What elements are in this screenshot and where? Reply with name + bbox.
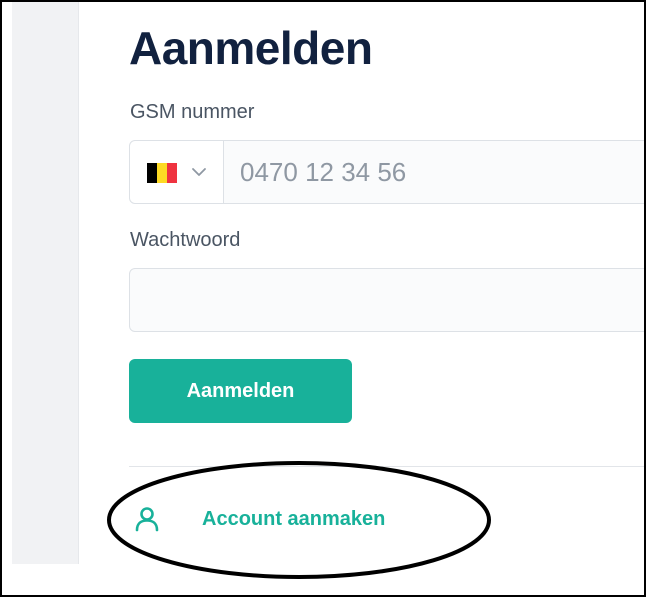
side-panel bbox=[12, 2, 79, 564]
login-button[interactable]: Aanmelden bbox=[129, 359, 352, 423]
screenshot-frame: Aanmelden GSM nummer 0470 12 34 56 Wacht… bbox=[0, 0, 646, 597]
country-select[interactable] bbox=[130, 141, 224, 203]
create-account-label: Account aanmaken bbox=[202, 507, 386, 530]
phone-input[interactable]: 0470 12 34 56 bbox=[240, 141, 406, 203]
phone-label: GSM nummer bbox=[130, 101, 255, 123]
divider bbox=[129, 466, 644, 467]
user-icon bbox=[135, 507, 159, 532]
page-title: Aanmelden bbox=[129, 22, 373, 74]
chevron-down-icon bbox=[192, 168, 206, 176]
create-account-link[interactable]: Account aanmaken bbox=[134, 501, 385, 537]
belgium-flag-icon bbox=[147, 163, 177, 183]
password-label: Wachtwoord bbox=[130, 229, 241, 251]
password-field[interactable] bbox=[129, 268, 644, 332]
phone-field[interactable]: 0470 12 34 56 bbox=[129, 140, 644, 204]
